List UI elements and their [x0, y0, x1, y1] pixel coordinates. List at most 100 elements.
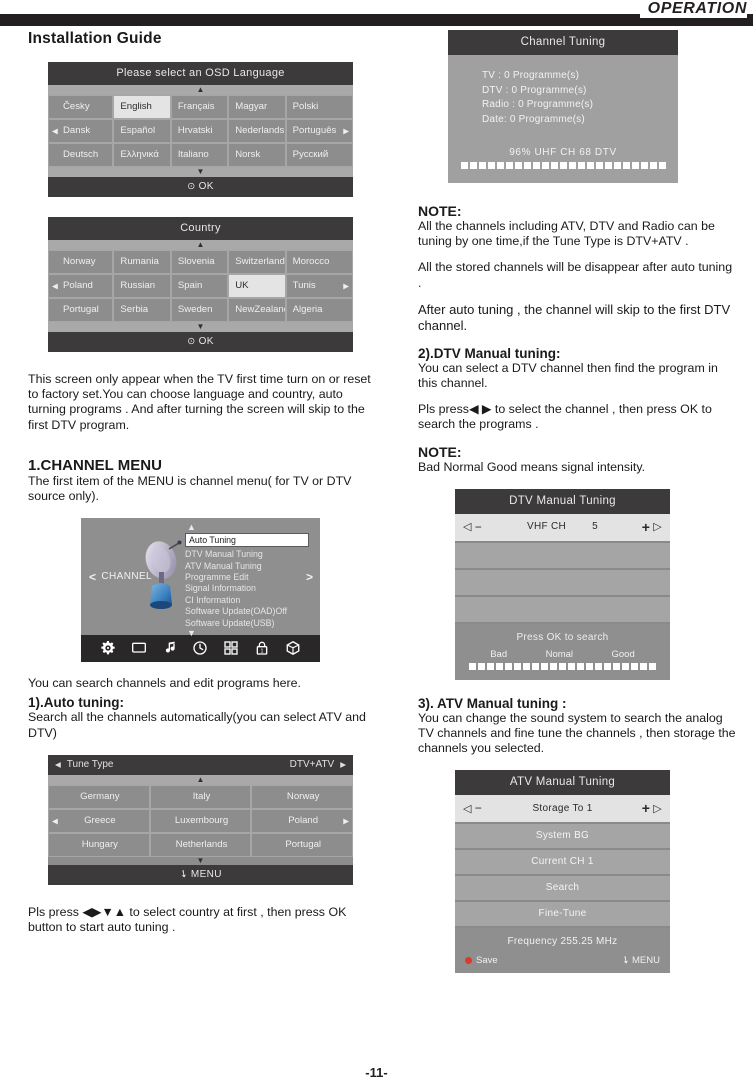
osd-cell-language[interactable]: Norsk: [228, 143, 286, 167]
osd-cell-country[interactable]: UK: [228, 274, 286, 298]
osd-cell-country[interactable]: Rumania: [113, 250, 171, 274]
osd-cell-country[interactable]: Hungary: [48, 832, 150, 857]
osd-cell-country[interactable]: Norway: [48, 250, 114, 274]
osd-cell-country[interactable]: NewZealand: [228, 298, 286, 322]
osd-cell-country[interactable]: Norway: [251, 784, 354, 809]
menu-item-signal-information[interactable]: Signal Information: [185, 583, 309, 594]
osd-cell-country[interactable]: Netherlands: [149, 832, 252, 857]
osd-cell-country[interactable]: Portugal: [48, 298, 114, 322]
osd-cell-country[interactable]: Morocco: [285, 250, 354, 274]
osd-cell-country[interactable]: Algeria: [285, 298, 354, 322]
caret-left-icon[interactable]: ◀: [52, 817, 58, 825]
osd-country-scroll-down[interactable]: ▼: [48, 322, 353, 332]
header-bar: OPERATION: [0, 0, 753, 26]
atv-save-button[interactable]: Save: [465, 955, 498, 966]
plus-icon[interactable]: +: [642, 519, 650, 535]
music-note-icon[interactable]: [162, 640, 178, 656]
osd-cell-language[interactable]: Česky: [48, 95, 114, 119]
auto-tuning-desc: Search all the channels automatically(yo…: [28, 710, 366, 740]
atv-frequency: Frequency 255.25 MHz: [455, 928, 670, 952]
osd-cell-language[interactable]: Ελληνικά: [113, 143, 171, 167]
osd-cell-language[interactable]: Magyar: [228, 95, 286, 119]
atv-storage-row[interactable]: ◁ − Storage To 1 + ▷: [455, 795, 670, 825]
osd-row: Deutsch Ελληνικά Italiano Norsk Русский: [48, 143, 354, 167]
osd-language-scroll-up[interactable]: ▲: [48, 85, 353, 95]
arrow-right-icon[interactable]: ▷: [653, 520, 662, 533]
caret-up-icon[interactable]: ▲: [185, 523, 309, 532]
atv-row-fine-tune[interactable]: Fine-Tune: [455, 902, 670, 929]
caret-down-icon[interactable]: ▼: [185, 629, 309, 638]
menu-item-software-update-oad[interactable]: Software Update(OAD)Off: [185, 606, 309, 617]
osd-language-title: Please select an OSD Language: [48, 62, 353, 85]
osd-cell-country[interactable]: Sweden: [170, 298, 229, 322]
minus-icon[interactable]: −: [475, 520, 482, 534]
arrow-right-icon[interactable]: ▷: [653, 802, 662, 815]
osd-country-ok[interactable]: ⊙ OK: [48, 332, 353, 352]
osd-cell-language[interactable]: Français: [170, 95, 229, 119]
caret-left-icon[interactable]: ◀: [55, 760, 61, 769]
lock-icon[interactable]: 1: [254, 640, 270, 656]
menu-item-programme-edit[interactable]: Programme Edit: [185, 572, 309, 583]
caret-left-icon[interactable]: ◀: [52, 127, 58, 135]
osd-cell-language[interactable]: Nederlands: [228, 119, 286, 143]
osd-cell-country[interactable]: Serbia: [113, 298, 171, 322]
signal-label-good: Good: [611, 648, 635, 660]
minus-icon[interactable]: −: [475, 801, 482, 815]
menu-item-ci-information[interactable]: CI Information: [185, 595, 309, 606]
osd-cell-country[interactable]: Italy: [149, 784, 252, 809]
osd-cell-country[interactable]: Luxembourg: [149, 808, 252, 833]
atv-row-current-ch[interactable]: Current CH 1: [455, 850, 670, 877]
osd-tune-type[interactable]: ◀ Tune Type DTV+ATV ▶ ▲ Germany Italy No…: [48, 754, 354, 885]
tune-type-bar[interactable]: ◀ Tune Type DTV+ATV ▶: [48, 754, 353, 775]
osd-row: ◀ Greece Luxembourg Poland ▶: [48, 808, 354, 833]
osd-cell-language[interactable]: Italiano: [170, 143, 229, 167]
osd-language-scroll-down[interactable]: ▼: [48, 167, 353, 177]
osd-cell-country[interactable]: Portugal: [251, 832, 354, 857]
osd-cell-country[interactable]: Germany: [48, 784, 150, 809]
gear-icon[interactable]: [100, 640, 116, 656]
menu-item-software-update-usb[interactable]: Software Update(USB): [185, 618, 309, 629]
osd-cell-language[interactable]: Español: [113, 119, 171, 143]
osd-cell-language[interactable]: Polski: [285, 95, 354, 119]
caret-right-icon[interactable]: ▶: [340, 760, 346, 769]
caret-right-icon[interactable]: ▶: [343, 127, 349, 135]
osd-cell-country[interactable]: Spain: [170, 274, 229, 298]
osd-country-scroll-up[interactable]: ▲: [48, 240, 353, 250]
atv-row-system[interactable]: System BG: [455, 824, 670, 851]
osd-cell-country[interactable]: Slovenia: [170, 250, 229, 274]
arrow-left-icon[interactable]: ◁: [463, 802, 472, 815]
menu-item-auto-tuning[interactable]: Auto Tuning: [185, 533, 309, 548]
osd-cell-country[interactable]: Greece: [48, 808, 150, 833]
osd-language-ok[interactable]: ⊙ OK: [48, 177, 353, 197]
dtv-channel-row[interactable]: ◁ − VHF CH 5 + ▷: [455, 513, 670, 543]
osd-cell-country[interactable]: Switzerland: [228, 250, 286, 274]
atv-row-search[interactable]: Search: [455, 876, 670, 903]
osd-cell-language[interactable]: Русский: [285, 143, 354, 167]
osd-language-selector[interactable]: Please select an OSD Language ▲ Česky En…: [48, 62, 354, 197]
menu-item-atv-manual-tuning[interactable]: ATV Manual Tuning: [185, 561, 309, 572]
screen-icon[interactable]: [131, 640, 147, 656]
caret-left-icon[interactable]: ◀: [52, 282, 58, 290]
osd-channel-menu[interactable]: < CHANNEL > ▲ Auto Tuning DTV Manual Tun…: [81, 518, 320, 663]
osd-cell-language[interactable]: English: [113, 95, 171, 119]
cube-icon[interactable]: [285, 640, 301, 656]
menu-item-dtv-manual-tuning[interactable]: DTV Manual Tuning: [185, 549, 309, 560]
chevron-left-icon[interactable]: <: [89, 570, 96, 584]
plus-icon[interactable]: +: [642, 800, 650, 816]
osd-tune-type-scroll-down[interactable]: ▼: [48, 856, 353, 865]
osd-country-selector[interactable]: Country ▲ Norway Rumania Slovenia Switze…: [48, 217, 354, 352]
osd-cell-country[interactable]: Poland: [251, 808, 354, 833]
osd-tune-type-scroll-up[interactable]: ▲: [48, 774, 353, 785]
caret-right-icon[interactable]: ▶: [343, 817, 349, 825]
grid-icon[interactable]: [223, 640, 239, 656]
osd-cell-language[interactable]: Hrvatski: [170, 119, 229, 143]
osd-cell-language[interactable]: Deutsch: [48, 143, 114, 167]
osd-menu-label: MENU: [190, 868, 222, 880]
atv-menu-button[interactable]: ➘MENU: [618, 954, 660, 968]
caret-right-icon[interactable]: ▶: [343, 282, 349, 290]
arrow-left-icon[interactable]: ◁: [463, 520, 472, 533]
channel-menu-heading: 1.CHANNEL MENU: [28, 456, 162, 474]
osd-cell-country[interactable]: Russian: [113, 274, 171, 298]
clock-icon[interactable]: [192, 640, 208, 656]
osd-tune-type-menu[interactable]: ➘MENU: [48, 864, 353, 885]
